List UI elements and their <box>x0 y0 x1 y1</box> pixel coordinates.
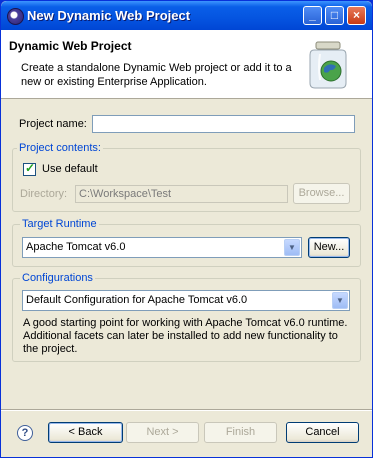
directory-label: Directory: <box>20 188 68 200</box>
back-button[interactable]: < Back <box>48 422 123 443</box>
target-runtime-value: Apache Tomcat v6.0 <box>26 241 126 253</box>
cancel-button[interactable]: Cancel <box>286 422 359 443</box>
use-default-checkbox[interactable]: ✓ <box>23 161 36 176</box>
new-runtime-button[interactable]: New... <box>308 237 350 258</box>
page-title: Dynamic Web Project <box>9 39 132 53</box>
project-name-input[interactable] <box>92 115 355 133</box>
browse-button[interactable]: Browse... <box>293 183 350 204</box>
configurations-select[interactable]: Default Configuration for Apache Tomcat … <box>22 290 350 311</box>
dropdown-arrow-icon[interactable]: ▼ <box>284 239 300 256</box>
target-runtime-legend: Target Runtime <box>20 218 99 230</box>
page-description: Create a standalone Dynamic Web project … <box>21 62 292 88</box>
next-button[interactable]: Next > <box>126 422 199 443</box>
configuration-description: A good starting point for working with A… <box>23 317 348 355</box>
project-name-label: Project name: <box>19 118 87 130</box>
footer-separator <box>1 409 372 411</box>
use-default-label: Use default <box>42 163 98 175</box>
maximize-button[interactable]: □ <box>325 6 344 25</box>
target-runtime-select[interactable]: Apache Tomcat v6.0 ▼ <box>22 237 302 258</box>
directory-input[interactable]: C:\Workspace\Test <box>75 185 288 203</box>
close-button[interactable]: × <box>347 6 366 25</box>
help-icon[interactable]: ? <box>17 425 33 441</box>
title-bar[interactable]: New Dynamic Web Project _ □ × <box>1 1 372 30</box>
wizard-header: Dynamic Web Project Create a standalone … <box>1 30 372 99</box>
configuration-value: Default Configuration for Apache Tomcat … <box>26 294 248 306</box>
window-title: New Dynamic Web Project <box>27 8 191 23</box>
eclipse-icon <box>7 8 24 25</box>
web-project-jar-icon <box>309 41 347 89</box>
minimize-button[interactable]: _ <box>303 6 322 25</box>
checkmark-icon: ✓ <box>25 161 36 175</box>
configurations-legend: Configurations <box>20 272 95 284</box>
dropdown-arrow-icon[interactable]: ▼ <box>332 292 348 309</box>
back-label: < Back <box>68 426 103 438</box>
finish-button[interactable]: Finish <box>204 422 277 443</box>
dialog-window: New Dynamic Web Project _ □ × Dynamic We… <box>0 0 373 458</box>
project-contents-legend: Project contents: <box>17 142 103 154</box>
